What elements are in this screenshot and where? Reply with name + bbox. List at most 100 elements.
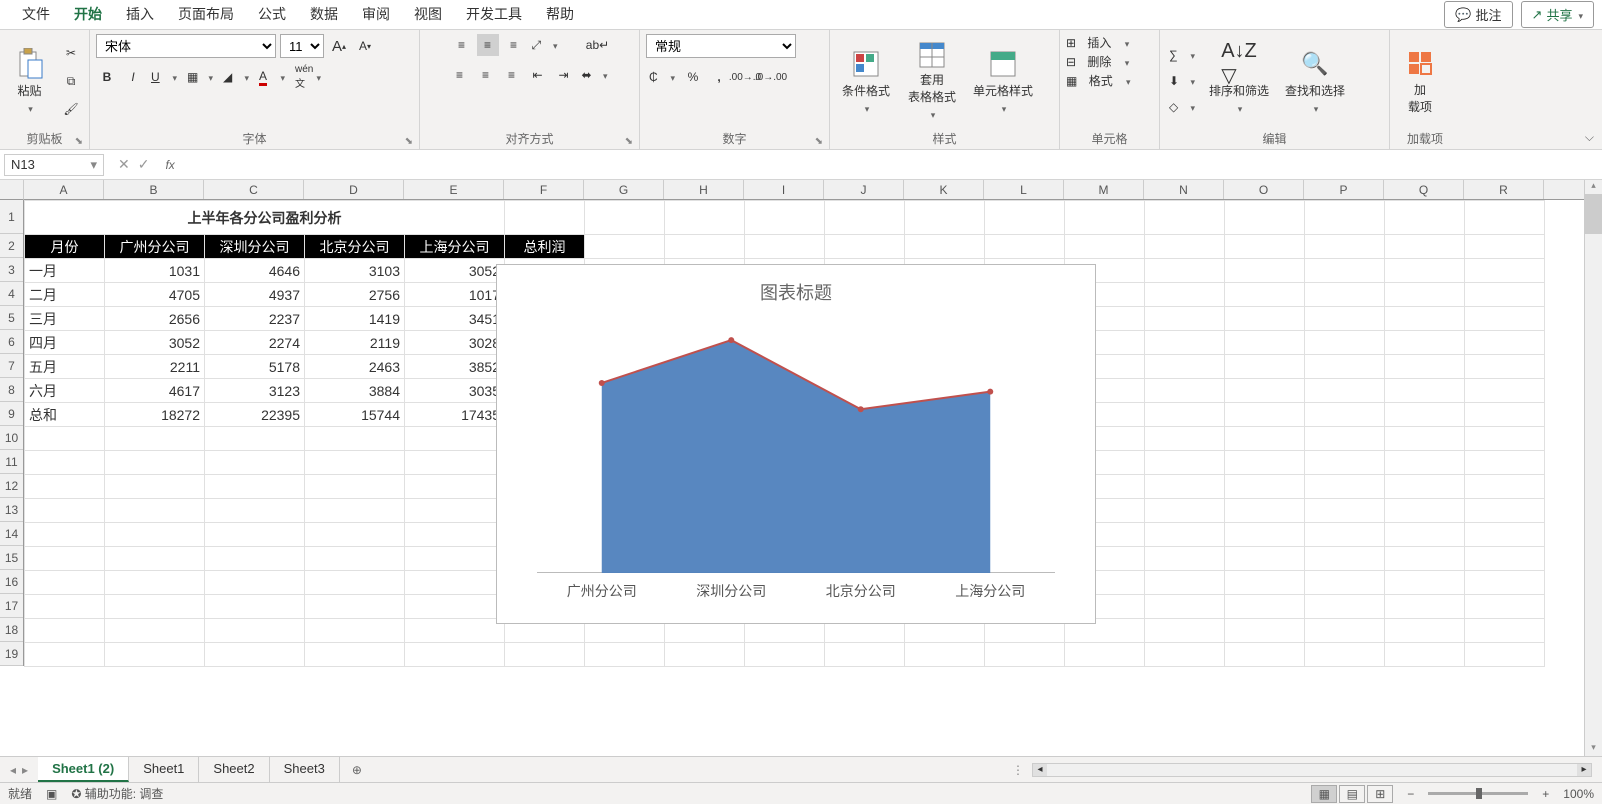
col-header-J[interactable]: J [824, 180, 904, 199]
row-header-6[interactable]: 6 [0, 330, 23, 354]
menu-帮助[interactable]: 帮助 [534, 0, 586, 32]
find-select-button[interactable]: 🔍 查找和选择 [1280, 41, 1350, 121]
align-launcher[interactable]: ⬊ [625, 136, 633, 147]
col-header-K[interactable]: K [904, 180, 984, 199]
sheet-tab[interactable]: Sheet2 [199, 757, 269, 782]
decrease-decimal-button[interactable]: .0→.00 [760, 66, 782, 88]
table-header[interactable]: 总利润 [505, 235, 585, 259]
row-header-3[interactable]: 3 [0, 258, 23, 282]
cell[interactable]: 3884 [305, 379, 405, 403]
zoom-in-button[interactable]: + [1542, 787, 1549, 801]
cell[interactable]: 3852 [405, 355, 505, 379]
align-left-button[interactable]: ≡ [449, 64, 471, 86]
zoom-level[interactable]: 100% [1563, 787, 1594, 801]
cell[interactable]: 3123 [205, 379, 305, 403]
fill-color-button[interactable]: ◢ [220, 66, 252, 88]
col-header-L[interactable]: L [984, 180, 1064, 199]
row-header-12[interactable]: 12 [0, 474, 23, 498]
zoom-slider[interactable] [1428, 792, 1528, 795]
row-header-2[interactable]: 2 [0, 234, 23, 258]
menu-插入[interactable]: 插入 [114, 0, 166, 32]
align-top-button[interactable]: ≡ [451, 34, 473, 56]
col-header-D[interactable]: D [304, 180, 404, 199]
enter-formula-button[interactable]: ✓ [138, 156, 150, 173]
number-launcher[interactable]: ⬊ [815, 136, 823, 147]
new-sheet-button[interactable]: ⊕ [340, 759, 374, 781]
table-header[interactable]: 北京分公司 [305, 235, 405, 259]
collapse-ribbon-button[interactable]: ⌵ [1585, 130, 1594, 145]
font-color-button[interactable]: A [256, 66, 288, 88]
cell[interactable]: 二月 [25, 283, 105, 307]
fx-icon[interactable]: fx [159, 158, 180, 172]
formula-input[interactable] [181, 154, 1602, 176]
clear-button[interactable]: ◇ [1166, 96, 1198, 118]
cell[interactable]: 1419 [305, 307, 405, 331]
row-header-7[interactable]: 7 [0, 354, 23, 378]
row-header-14[interactable]: 14 [0, 522, 23, 546]
cell[interactable]: 2463 [305, 355, 405, 379]
cell[interactable]: 4705 [105, 283, 205, 307]
increase-font-button[interactable]: A▴ [328, 35, 350, 57]
col-header-P[interactable]: P [1304, 180, 1384, 199]
paste-button[interactable]: 粘贴 [6, 41, 53, 121]
page-break-view-button[interactable]: ⊞ [1367, 785, 1393, 803]
row-header-15[interactable]: 15 [0, 546, 23, 570]
cell[interactable]: 3028 [405, 331, 505, 355]
cell[interactable]: 15744 [305, 403, 405, 427]
table-header[interactable]: 深圳分公司 [205, 235, 305, 259]
cell[interactable]: 一月 [25, 259, 105, 283]
cell[interactable]: 六月 [25, 379, 105, 403]
col-header-F[interactable]: F [504, 180, 584, 199]
cell[interactable]: 1017 [405, 283, 505, 307]
col-header-I[interactable]: I [744, 180, 824, 199]
cell[interactable]: 2274 [205, 331, 305, 355]
row-header-10[interactable]: 10 [0, 426, 23, 450]
cell[interactable]: 3052 [105, 331, 205, 355]
col-header-N[interactable]: N [1144, 180, 1224, 199]
sheet-tab[interactable]: Sheet1 (2) [38, 757, 129, 782]
align-right-button[interactable]: ≡ [501, 64, 523, 86]
sheet-tab[interactable]: Sheet1 [129, 757, 199, 782]
font-size-select[interactable]: 11 [280, 34, 324, 58]
align-bottom-button[interactable]: ≡ [503, 34, 525, 56]
clipboard-launcher[interactable]: ⬊ [75, 136, 83, 147]
vertical-scrollbar[interactable]: ▴ ▾ [1584, 180, 1602, 756]
phonetic-button[interactable]: wén文 [292, 66, 324, 88]
merge-button[interactable]: ⬌ [579, 64, 611, 86]
row-header-17[interactable]: 17 [0, 594, 23, 618]
table-header[interactable]: 广州分公司 [105, 235, 205, 259]
delete-cells-button[interactable]: ⊟ 删除 [1066, 53, 1129, 70]
align-middle-button[interactable]: ≡ [477, 34, 499, 56]
table-header[interactable]: 上海分公司 [405, 235, 505, 259]
cell-styles-button[interactable]: 单元格样式 [968, 41, 1038, 121]
sheet-tab[interactable]: Sheet3 [270, 757, 340, 782]
col-header-R[interactable]: R [1464, 180, 1544, 199]
col-header-M[interactable]: M [1064, 180, 1144, 199]
format-painter-button[interactable]: 🖌 [59, 97, 83, 121]
cell[interactable]: 2237 [205, 307, 305, 331]
insert-cells-button[interactable]: ⊞ 插入 [1066, 34, 1129, 51]
cell[interactable]: 四月 [25, 331, 105, 355]
fill-button[interactable]: ⬇ [1166, 70, 1198, 92]
comma-button[interactable]: , [708, 66, 730, 88]
border-button[interactable]: ▦ [184, 66, 216, 88]
increase-decimal-button[interactable]: .00→.0 [734, 66, 756, 88]
cell[interactable]: 22395 [205, 403, 305, 427]
col-header-B[interactable]: B [104, 180, 204, 199]
menu-页面布局[interactable]: 页面布局 [166, 0, 246, 32]
menu-开发工具[interactable]: 开发工具 [454, 0, 534, 32]
tab-nav-next[interactable]: ▸ [22, 763, 28, 777]
wrap-text-button[interactable]: ab↵ [587, 34, 609, 56]
col-header-Q[interactable]: Q [1384, 180, 1464, 199]
cell[interactable]: 1031 [105, 259, 205, 283]
italic-button[interactable]: I [122, 66, 144, 88]
name-box[interactable]: N13▾ [4, 154, 104, 176]
row-header-9[interactable]: 9 [0, 402, 23, 426]
select-all-corner[interactable] [0, 180, 24, 200]
decrease-font-button[interactable]: A▾ [354, 35, 376, 57]
cell[interactable]: 4617 [105, 379, 205, 403]
autosum-button[interactable]: ∑ [1166, 44, 1198, 66]
title-cell[interactable]: 上半年各分公司盈利分析 [25, 201, 505, 235]
table-header[interactable]: 月份 [25, 235, 105, 259]
tab-nav-prev[interactable]: ◂ [10, 763, 16, 777]
